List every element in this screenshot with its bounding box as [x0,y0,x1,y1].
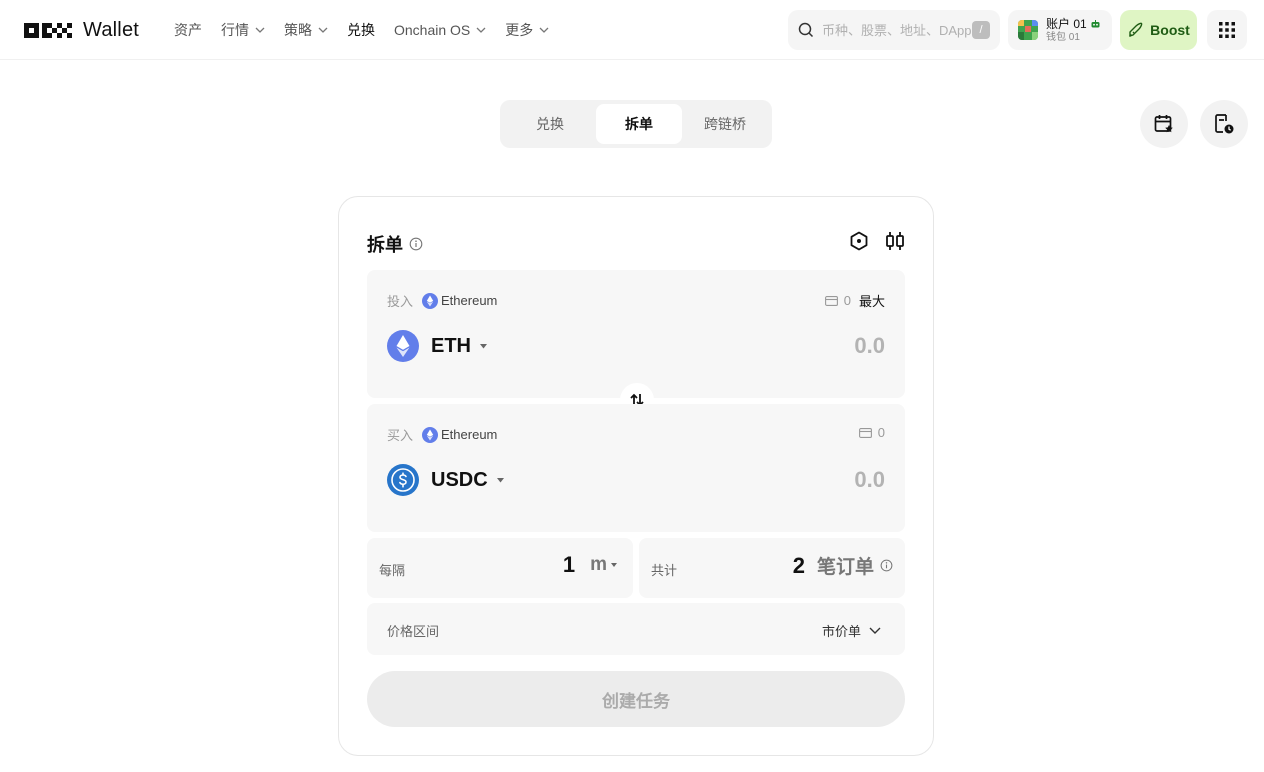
from-token-panel: 投入 Ethereum 0 最大 ETH [367,270,905,398]
caret-down-icon [496,477,504,482]
history-clock-icon [1215,114,1234,134]
settings-hexagon-icon[interactable] [849,231,869,251]
split-order-card: 拆单 投入 Ethereum 0 最大 ETH 买 [338,196,934,756]
tab-bridge[interactable]: 跨链桥 [682,104,768,144]
nav-strategy-label: 策略 [284,22,312,38]
interval-unit-selector[interactable]: m [590,554,607,576]
grid-icon [1219,22,1235,38]
to-chain-name: Ethereum [441,427,498,442]
usdc-token-icon [387,464,419,496]
chevron-down-icon [539,27,549,33]
chevron-down-icon [869,627,881,634]
nav-onchain-os-label: Onchain OS [394,22,471,38]
account-avatar [1018,20,1038,40]
to-token-panel: 买入 Ethereum 0 USDC [367,404,905,532]
card-title: 拆单 [367,235,403,255]
top-navigation-bar: Wallet 资产 行情 策略 兑换 Onchain OS 更多 / [0,0,1264,60]
ethereum-chain-icon [422,292,439,309]
nav-onchain-os[interactable]: Onchain OS [394,22,486,38]
account-name: 账户 01 [1046,16,1087,31]
price-range-row[interactable]: 价格区间 市价单 [367,603,905,655]
order-type-value: 市价单 [821,624,861,639]
from-chain-name: Ethereum [441,293,498,308]
search-box[interactable]: / [788,10,1000,50]
ethereum-chain-icon [422,426,439,443]
from-balance: 0 [843,293,851,308]
caret-down-icon [611,563,617,567]
price-range-label: 价格区间 [387,624,440,639]
tab-split-order[interactable]: 拆单 [596,104,682,144]
nav-assets[interactable]: 资产 [174,20,202,40]
okx-wallet-logo[interactable]: Wallet [24,19,139,41]
to-label: 买入 [387,428,414,443]
from-token-selector[interactable]: ETH [387,330,487,362]
apps-grid-button[interactable] [1207,10,1247,50]
boost-label: Boost [1150,22,1190,38]
total-orders-field[interactable]: 共计 2 笔订单 [639,538,905,598]
nav-swap-label: 兑换 [347,22,375,38]
to-token-selector[interactable]: USDC [387,464,504,496]
from-token-symbol: ETH [431,334,471,357]
rocket-icon [1129,22,1143,37]
nav-market[interactable]: 行情 [221,20,265,40]
interval-value[interactable]: 1 [563,552,575,578]
search-shortcut-badge: / [972,21,990,39]
to-token-symbol: USDC [431,468,488,491]
account-switcher[interactable]: 账户 01 钱包 01 [1008,10,1112,50]
robot-icon [1091,19,1100,27]
nav-more-label: 更多 [505,22,534,38]
boost-button[interactable]: Boost [1120,10,1197,50]
wallet-balance-icon [824,295,838,306]
chevron-down-icon [476,27,486,33]
chart-candles-icon[interactable] [885,231,905,251]
caret-down-icon [480,343,487,348]
total-value[interactable]: 2 [793,553,805,579]
okx-logo-icon [24,22,72,38]
interval-label: 每隔 [379,563,406,578]
nav-strategy[interactable]: 策略 [284,20,328,40]
nav-swap[interactable]: 兑换 [347,20,375,40]
total-label: 共计 [651,563,678,578]
chevron-down-icon [255,27,265,33]
tab-swap[interactable]: 兑换 [504,104,596,144]
main-nav: 资产 行情 策略 兑换 Onchain OS 更多 [174,0,568,60]
from-label: 投入 [387,294,414,309]
search-icon [798,22,814,38]
info-icon[interactable] [880,559,893,572]
create-task-button[interactable]: 创建任务 [367,671,905,727]
wallet-name: 钱包 01 [1046,31,1080,43]
from-amount-input[interactable] [685,330,885,362]
wallet-balance-icon [858,427,872,438]
chevron-down-icon [318,27,328,33]
eth-token-icon [387,330,419,362]
interval-field[interactable]: 每隔 1 m [367,538,633,598]
calendar-star-icon [1154,115,1173,133]
order-history-button[interactable] [1200,100,1248,148]
to-balance: 0 [877,425,885,440]
nav-market-label: 行情 [221,22,249,38]
logo-wallet-text: Wallet [83,18,140,41]
info-icon[interactable] [409,237,423,251]
to-chain-selector[interactable]: Ethereum [422,426,498,443]
order-type-dropdown[interactable]: 市价单 [822,621,881,640]
nav-assets-label: 资产 [174,22,202,38]
max-button[interactable]: 最大 [859,291,885,310]
nav-more[interactable]: 更多 [505,20,549,40]
search-input[interactable] [822,22,972,38]
total-unit: 笔订单 [816,557,874,578]
swap-mode-tabs: 兑换 拆单 跨链桥 [500,100,772,148]
scheduled-tasks-button[interactable] [1140,100,1188,148]
to-amount-input[interactable] [685,464,885,496]
from-chain-selector[interactable]: Ethereum [422,292,498,309]
